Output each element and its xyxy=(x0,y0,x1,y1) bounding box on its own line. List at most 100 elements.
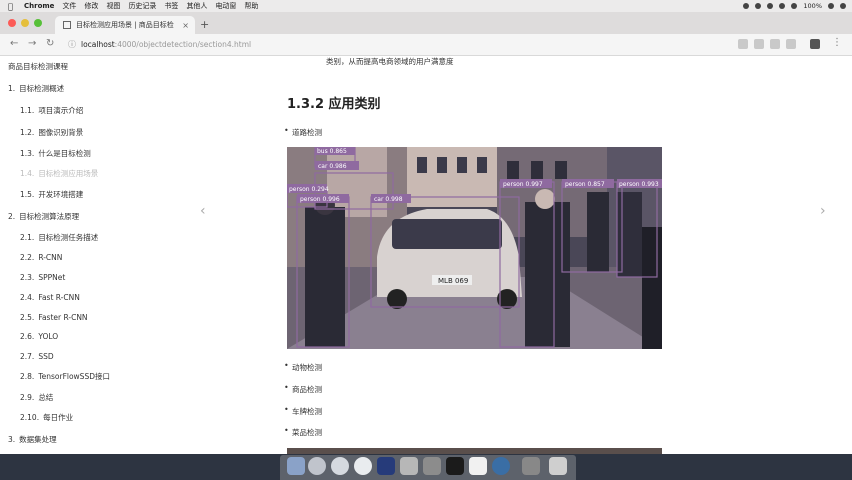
detection-label: person 0.997 xyxy=(503,181,543,188)
browser-tab[interactable]: 目标检测应用场景 | 商品目标检 × xyxy=(55,16,195,34)
launchpad-icon[interactable] xyxy=(308,457,326,475)
tab-close-icon[interactable]: × xyxy=(182,21,189,30)
street-scene-image: MLB 069 car 0.986 person 0.996 car 0.998… xyxy=(287,147,662,349)
toc-label: 项目演示介绍 xyxy=(38,106,84,115)
safari-icon[interactable] xyxy=(331,457,349,475)
toc-item[interactable]: 3. 数据集处理 xyxy=(8,434,57,445)
toc-item[interactable]: 2.6. YOLO xyxy=(20,332,58,341)
close-window-button[interactable] xyxy=(8,19,16,27)
info-icon[interactable]: ⓘ xyxy=(68,39,76,50)
menu-file[interactable]: 文件 xyxy=(62,1,76,11)
menu-people[interactable]: 其他人 xyxy=(186,1,207,11)
prev-page-arrow-icon[interactable]: ‹ xyxy=(200,203,206,219)
menu-window[interactable]: 电动窗 xyxy=(215,1,236,11)
back-icon[interactable]: ← xyxy=(10,38,18,49)
extension-icon[interactable] xyxy=(770,39,780,49)
toc-num: 1.5. xyxy=(20,190,35,199)
maximize-window-button[interactable] xyxy=(34,19,42,27)
menu-view[interactable]: 视图 xyxy=(106,1,120,11)
menu-edit[interactable]: 修改 xyxy=(84,1,98,11)
terminal-icon[interactable] xyxy=(446,457,464,475)
detection-label: person 0.857 xyxy=(565,181,605,188)
status-icon[interactable] xyxy=(743,3,750,9)
battery-percent[interactable]: 100% xyxy=(803,2,822,10)
paragraph-text: 类别，从而提高电商领域的用户满意度 xyxy=(326,57,454,66)
toc-item[interactable]: 2.8. TensorFlowSSD接口 xyxy=(20,371,110,382)
toc-label: 每日作业 xyxy=(43,413,74,422)
extension-icon[interactable] xyxy=(738,39,748,49)
toc-item[interactable]: 2.1. 目标检测任务描述 xyxy=(20,232,98,243)
toc-item[interactable]: 2.10. 每日作业 xyxy=(20,412,73,423)
toc-item-active[interactable]: 1.4. 目标检测应用场景 xyxy=(20,168,98,179)
pycharm-icon[interactable] xyxy=(377,457,395,475)
toc-item[interactable]: 1.1. 项目演示介绍 xyxy=(20,105,83,116)
toc-num: 2.8. xyxy=(20,372,35,381)
next-page-arrow-icon[interactable]: › xyxy=(820,203,826,219)
status-icons: 100% xyxy=(743,0,846,12)
toc-num: 2.9. xyxy=(20,393,35,402)
toc-item[interactable]: 2.3. SPPNet xyxy=(20,273,65,282)
new-tab-button[interactable]: + xyxy=(200,18,209,31)
toc-sidebar: 商品目标检测课程 1. 目标检测概述 1.1. 项目演示介绍 1.2. 图像识别背景 … xyxy=(0,56,262,454)
toc-item[interactable]: 2.7. SSD xyxy=(20,352,54,361)
toc-label: 目标检测应用场景 xyxy=(38,169,99,178)
toc-num: 2. xyxy=(8,212,16,221)
menu-bar:  Chrome 文件 修改 视图 历史记录 书签 其他人 电动窗 帮助 100… xyxy=(0,0,852,12)
toc-item[interactable]: 2.9. 总结 xyxy=(20,392,53,403)
textedit-icon[interactable] xyxy=(469,457,487,475)
toc-label: SSD xyxy=(38,352,54,361)
clock-icon[interactable] xyxy=(492,457,510,475)
profile-icon[interactable] xyxy=(810,39,820,49)
forward-icon[interactable]: → xyxy=(28,38,36,49)
toc-item[interactable]: 1.2. 图像识别背景 xyxy=(20,127,83,138)
url-field[interactable]: ⓘ localhost :4000/objectdetection/sectio… xyxy=(68,37,718,52)
toc-item[interactable]: 1. 目标检测概述 xyxy=(8,83,64,94)
detection-label: person 0.294 xyxy=(289,186,329,193)
toc-item[interactable]: 1.5. 开发环境搭建 xyxy=(20,189,83,200)
menu-app-name[interactable]: Chrome xyxy=(24,2,54,10)
wifi-icon[interactable] xyxy=(791,3,798,9)
more-menu-icon[interactable]: ⋮ xyxy=(832,37,842,48)
toc-num: 1.4. xyxy=(20,169,35,178)
settings-icon[interactable] xyxy=(423,457,441,475)
toc-num: 2.7. xyxy=(20,352,35,361)
trash-icon[interactable] xyxy=(549,457,567,475)
toc-label: 开发环境搭建 xyxy=(38,190,84,199)
course-title[interactable]: 商品目标检测课程 xyxy=(8,61,68,72)
detection-label: person 0.993 xyxy=(619,181,659,188)
extension-icon[interactable] xyxy=(786,39,796,49)
menu-history[interactable]: 历史记录 xyxy=(128,1,156,11)
toc-num: 1.3. xyxy=(20,149,35,158)
tab-title: 目标检测应用场景 | 商品目标检 xyxy=(76,21,174,29)
chrome-icon[interactable] xyxy=(354,457,372,475)
toc-item[interactable]: 2.4. Fast R-CNN xyxy=(20,293,80,302)
minimize-window-button[interactable] xyxy=(21,19,29,27)
detection-photo: MLB 069 car 0.986 person 0.996 car 0.998… xyxy=(287,147,662,349)
toc-item[interactable]: 2. 目标检测算法原理 xyxy=(8,211,79,222)
reload-icon[interactable]: ↻ xyxy=(46,38,54,49)
address-toolbar: ← → ↻ ⓘ localhost :4000/objectdetection/… xyxy=(0,34,852,56)
toc-label: YOLO xyxy=(38,332,59,341)
bullet-item: 商品检测 xyxy=(284,383,322,395)
search-icon[interactable] xyxy=(828,3,834,9)
menu-list-icon[interactable] xyxy=(840,3,846,9)
menu-help[interactable]: 帮助 xyxy=(244,1,258,11)
toc-num: 2.6. xyxy=(20,332,35,341)
apple-icon[interactable]:  xyxy=(8,2,18,11)
url-path: :4000/objectdetection/section4.html xyxy=(114,40,252,49)
status-icon[interactable] xyxy=(779,3,786,9)
license-plate: MLB 069 xyxy=(438,277,468,285)
toc-item[interactable]: 2.5. Faster R-CNN xyxy=(20,313,88,322)
keynote-icon[interactable] xyxy=(400,457,418,475)
toc-item[interactable]: 2.2. R-CNN xyxy=(20,253,62,262)
screen-icon[interactable] xyxy=(522,457,540,475)
page-favicon-icon xyxy=(63,21,71,29)
status-icon[interactable] xyxy=(755,3,762,9)
bullet-item: 菜品检测 xyxy=(284,426,322,438)
finder-icon[interactable] xyxy=(287,457,305,475)
status-icon[interactable] xyxy=(767,3,774,9)
menu-bookmarks[interactable]: 书签 xyxy=(164,1,178,11)
extension-icon[interactable] xyxy=(754,39,764,49)
toc-item[interactable]: 1.3. 什么是目标检测 xyxy=(20,148,91,159)
toc-label: Fast R-CNN xyxy=(38,293,80,302)
